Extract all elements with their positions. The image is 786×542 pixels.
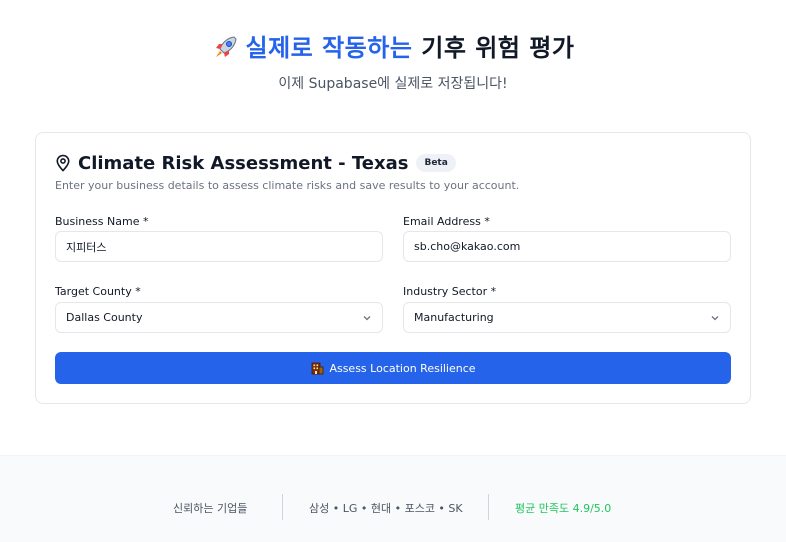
page-title: 실제로 작동하는 기후 위험 평가 (0, 28, 786, 63)
email-input[interactable]: sb.cho@kakao.com (403, 231, 731, 262)
sector-select[interactable]: Manufacturing (403, 302, 731, 333)
county-value: Dallas County (66, 311, 143, 324)
email-value: sb.cho@kakao.com (414, 240, 521, 253)
footer-divider (282, 494, 283, 520)
card-title: Climate Risk Assessment - Texas (78, 152, 409, 174)
map-pin-icon (56, 154, 70, 172)
footer-trusted-label: 신뢰하는 기업들 (173, 502, 248, 515)
rocket-icon (215, 36, 237, 57)
title-accent: 실제로 작동하는 (245, 34, 413, 62)
assess-button-label: Assess Location Resilience (329, 361, 476, 375)
assessment-card: Climate Risk Assessment - Texas Beta Ent… (35, 132, 751, 404)
business-name-label: Business Name * (55, 215, 149, 228)
beta-badge: Beta (416, 154, 456, 172)
footer: 신뢰하는 기업들 삼성 • LG • 현대 • 포스코 • SK 평균 만족도 … (0, 455, 786, 542)
county-label: Target County * (55, 285, 141, 298)
chevron-down-icon (711, 315, 719, 320)
title-rest: 기후 위험 평가 (421, 34, 575, 62)
card-description: Enter your business details to assess cl… (55, 179, 520, 192)
email-label: Email Address * (403, 215, 490, 228)
building-icon (312, 362, 324, 375)
page-subtitle: 이제 Supabase에 실제로 저장됩니다! (278, 76, 508, 92)
county-select[interactable]: Dallas County (55, 302, 383, 333)
footer-rating: 평균 만족도 4.9/5.0 (515, 502, 612, 515)
chevron-down-icon (363, 315, 371, 320)
business-name-value: 지피터스 (66, 240, 107, 254)
sector-label: Industry Sector * (403, 285, 497, 298)
footer-divider (488, 494, 489, 520)
hero-section: 실제로 작동하는 기후 위험 평가 이제 Supabase에 실제로 저장됩니다… (0, 0, 786, 120)
business-name-input[interactable]: 지피터스 (55, 231, 383, 262)
assess-button[interactable]: Assess Location Resilience (55, 352, 731, 384)
sector-value: Manufacturing (414, 311, 494, 324)
card-header: Climate Risk Assessment - Texas Beta (55, 151, 456, 175)
footer-brands: 삼성 • LG • 현대 • 포스코 • SK (309, 502, 463, 515)
